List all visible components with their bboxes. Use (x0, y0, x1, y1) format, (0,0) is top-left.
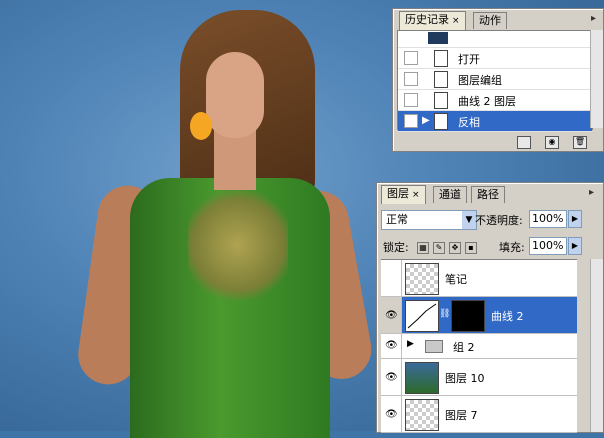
trash-icon[interactable]: 🗑 (573, 136, 587, 149)
close-icon[interactable]: × (452, 16, 460, 26)
panel-menu-icon[interactable]: ▸ (591, 13, 596, 24)
photo-earring (190, 112, 212, 140)
eye-icon: 👁 (385, 409, 398, 420)
visibility-toggle[interactable]: 👁 (381, 297, 402, 333)
opacity-arrow-icon[interactable]: ▶ (568, 210, 582, 228)
history-state-slider-icon[interactable]: ▶ (422, 115, 430, 126)
tab-paths[interactable]: 路径 (471, 186, 505, 203)
tab-history-label: 历史记录 (405, 13, 449, 26)
history-step-icon (434, 92, 448, 109)
history-tabs: 历史记录 × 动作 ▸ (393, 9, 603, 30)
lock-buttons: ▦ ✎ ✥ ▪ (417, 240, 481, 254)
curves-adjustment-thumbnail (405, 300, 439, 332)
fill-arrow-icon[interactable]: ▶ (568, 237, 582, 255)
layers-list: 笔记 👁 ⛓ 曲线 2 👁 ▶ 组 2 👁 图层 10 👁 图层 7 (381, 259, 577, 433)
layer-name: 笔记 (445, 273, 467, 286)
visibility-toggle[interactable]: 👁 (381, 334, 402, 358)
tab-channels-label: 通道 (439, 188, 461, 201)
layer-name: 组 2 (453, 341, 475, 354)
layer-row[interactable]: 笔记 (381, 260, 577, 297)
lock-position-icon[interactable]: ✥ (449, 242, 461, 254)
layer-row[interactable]: 👁 图层 10 (381, 359, 577, 396)
layer-name: 曲线 2 (491, 310, 524, 323)
tab-layers-label: 图层 (387, 187, 409, 200)
tab-actions[interactable]: 动作 (473, 12, 507, 29)
history-source-checkbox[interactable] (404, 72, 418, 86)
camera-snapshot-icon[interactable]: ◉ (545, 136, 559, 149)
blend-mode-value: 正常 (386, 213, 408, 226)
tab-actions-label: 动作 (479, 14, 501, 27)
layer-row-selected[interactable]: 👁 ⛓ 曲线 2 (381, 297, 577, 334)
history-scrollbar[interactable] (590, 30, 603, 128)
photo-neck (214, 130, 256, 190)
expand-triangle-icon[interactable]: ▶ (407, 339, 414, 349)
layers-scrollbar[interactable] (590, 259, 603, 432)
chevron-down-icon[interactable]: ▼ (462, 211, 476, 229)
tab-layers[interactable]: 图层 × (381, 185, 426, 204)
history-item[interactable]: 图层编组 (398, 69, 592, 90)
tab-channels[interactable]: 通道 (433, 186, 467, 203)
history-item-label: 曲线 2 图层 (458, 95, 516, 108)
tab-history[interactable]: 历史记录 × (399, 11, 466, 30)
layer-thumbnail (405, 362, 439, 394)
photo-necklace (188, 180, 288, 310)
lock-pixels-icon[interactable]: ✎ (433, 242, 445, 254)
history-item-selected[interactable]: ▶ 反相 (398, 111, 592, 132)
visibility-toggle[interactable]: 👁 (381, 359, 402, 395)
lock-all-icon[interactable]: ▪ (465, 242, 477, 254)
history-step-icon (434, 113, 448, 130)
chain-link-icon[interactable]: ⛓ (439, 309, 450, 319)
history-source-checkbox[interactable] (404, 93, 418, 107)
layer-row[interactable]: 👁 图层 7 (381, 396, 577, 433)
lock-transparency-icon[interactable]: ▦ (417, 242, 429, 254)
visibility-toggle[interactable] (381, 260, 402, 296)
history-toolbar: ◉ 🗑 (393, 133, 603, 151)
layers-panel: 图层 × 通道 路径 ▸ 正常 ▼ 不透明度: 100% ▶ 锁定: ▦ ✎ ✥ ▪ 填… (376, 182, 604, 433)
folder-icon (425, 340, 443, 353)
history-step-icon (434, 71, 448, 88)
blend-mode-select[interactable]: 正常 ▼ (381, 210, 477, 230)
layers-tabs: 图层 × 通道 路径 ▸ (377, 183, 603, 204)
curves-icon (407, 303, 437, 329)
snapshot-row[interactable] (398, 31, 592, 48)
eye-icon: 👁 (385, 310, 398, 321)
panel-menu-icon[interactable]: ▸ (589, 187, 594, 198)
history-item-label: 图层编组 (458, 74, 502, 87)
opacity-label: 不透明度: (475, 214, 523, 227)
history-step-icon (434, 50, 448, 67)
fill-label: 填充: (499, 241, 525, 254)
lock-label: 锁定: (383, 241, 409, 254)
history-item[interactable]: 曲线 2 图层 (398, 90, 592, 111)
visibility-toggle[interactable]: 👁 (381, 396, 402, 432)
layer-thumbnail (405, 263, 439, 295)
history-item[interactable]: 打开 (398, 48, 592, 69)
history-source-checkbox[interactable] (404, 114, 418, 128)
eye-icon: 👁 (385, 340, 398, 351)
new-document-icon[interactable] (517, 136, 531, 149)
close-icon[interactable]: × (412, 190, 420, 200)
history-list: 打开 图层编组 曲线 2 图层 ▶ 反相 (397, 30, 593, 132)
layer-name: 图层 10 (445, 372, 485, 385)
opacity-field[interactable]: 100% (529, 210, 567, 228)
eye-icon: 👁 (385, 372, 398, 383)
history-source-checkbox[interactable] (404, 51, 418, 65)
photo-face (206, 52, 264, 138)
history-item-label: 打开 (458, 53, 480, 66)
layer-name: 图层 7 (445, 409, 478, 422)
history-panel: 历史记录 × 动作 ▸ 打开 图层编组 曲线 2 图层 ▶ 反相 ◉ 🗑 (392, 8, 604, 152)
history-item-label: 反相 (458, 116, 480, 129)
snapshot-thumbnail (428, 32, 448, 44)
fill-field[interactable]: 100% (529, 237, 567, 255)
layer-thumbnail (405, 399, 439, 431)
layer-row[interactable]: 👁 ▶ 组 2 (381, 334, 577, 359)
tab-paths-label: 路径 (477, 188, 499, 201)
layer-mask-thumbnail[interactable] (451, 300, 485, 332)
